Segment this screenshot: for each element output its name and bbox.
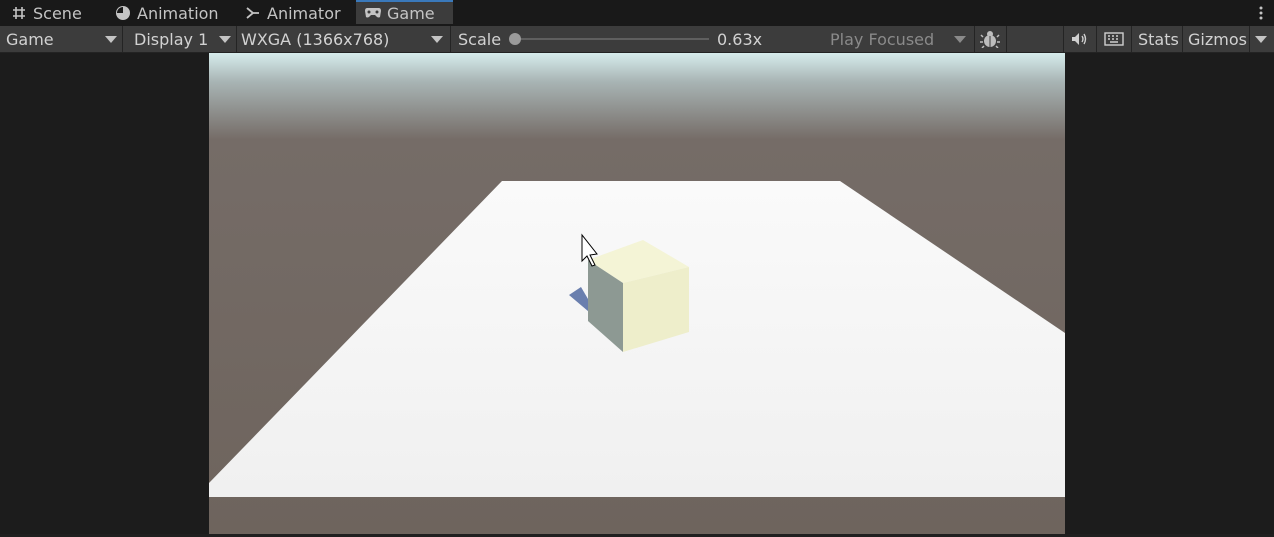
scale-value: 0.63x bbox=[717, 29, 763, 49]
tab-label: Scene bbox=[33, 3, 82, 23]
gizmos-button[interactable]: Gizmos bbox=[1188, 26, 1247, 52]
gamepad-icon bbox=[364, 4, 382, 22]
mute-audio-icon[interactable] bbox=[1068, 26, 1092, 52]
tab-scene[interactable]: Scene bbox=[10, 0, 82, 26]
gizmos-dropdown[interactable] bbox=[1250, 26, 1274, 52]
keyboard-icon[interactable] bbox=[1100, 26, 1128, 52]
scale-slider-handle[interactable] bbox=[509, 33, 521, 45]
stats-button[interactable]: Stats bbox=[1138, 26, 1179, 52]
chevron-down-icon bbox=[954, 36, 966, 43]
view-mode-dropdown[interactable]: Game bbox=[6, 26, 120, 52]
resolution-value: WXGA (1366x768) bbox=[241, 29, 390, 49]
scale-label: Scale bbox=[458, 29, 502, 49]
chevron-down-icon bbox=[105, 36, 117, 43]
tab-label: Game bbox=[387, 3, 435, 23]
more-vertical-icon[interactable] bbox=[1258, 4, 1264, 22]
letterbox-right bbox=[1065, 53, 1274, 535]
animator-nodes-icon bbox=[244, 4, 262, 22]
resolution-dropdown[interactable]: WXGA (1366x768) bbox=[241, 26, 447, 52]
bug-icon[interactable] bbox=[978, 26, 1002, 52]
letterbox-left bbox=[0, 53, 209, 535]
game-view[interactable] bbox=[209, 53, 1065, 534]
display-value: Display 1 bbox=[134, 29, 209, 49]
clock-icon bbox=[114, 4, 132, 22]
chevron-down-icon bbox=[1255, 36, 1267, 43]
tab-animation[interactable]: Animation bbox=[114, 0, 219, 26]
view-mode-value: Game bbox=[6, 29, 54, 49]
tab-game[interactable]: Game bbox=[356, 0, 453, 24]
tab-label: Animator bbox=[267, 3, 341, 23]
display-dropdown[interactable]: Display 1 bbox=[134, 26, 234, 52]
chevron-down-icon bbox=[431, 36, 443, 43]
chevron-down-icon bbox=[219, 36, 231, 43]
tab-animator[interactable]: Animator bbox=[244, 0, 341, 26]
tab-bar: Scene Animation Animator Game bbox=[0, 0, 1274, 26]
play-mode-value: Play Focused bbox=[830, 29, 935, 49]
scale-slider-track[interactable] bbox=[515, 38, 709, 40]
grid-hash-icon bbox=[10, 4, 28, 22]
tab-label: Animation bbox=[137, 3, 219, 23]
play-mode-dropdown[interactable]: Play Focused bbox=[830, 26, 970, 52]
